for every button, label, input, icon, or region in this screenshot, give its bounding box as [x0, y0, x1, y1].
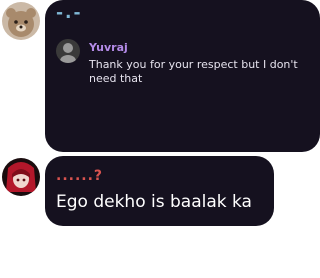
reply-author-name[interactable]: Yuvraj — [89, 41, 128, 54]
bear-avatar-icon[interactable] — [2, 2, 40, 40]
anime-avatar-icon[interactable] — [2, 158, 40, 196]
message-bubble[interactable]: ......? Ego dekho is baalak ka — [45, 156, 274, 226]
user-avatar-icon — [56, 39, 80, 63]
reply-message-text: Thank you for your respect but I don't n… — [89, 58, 298, 85]
sender-name[interactable]: -.- — [56, 3, 83, 23]
sender-name[interactable]: ......? — [56, 168, 103, 184]
message-bubble[interactable]: -.- Yuvraj Thank you for your respect bu… — [45, 0, 320, 152]
message-text: Ego dekho is baalak ka — [56, 192, 252, 212]
